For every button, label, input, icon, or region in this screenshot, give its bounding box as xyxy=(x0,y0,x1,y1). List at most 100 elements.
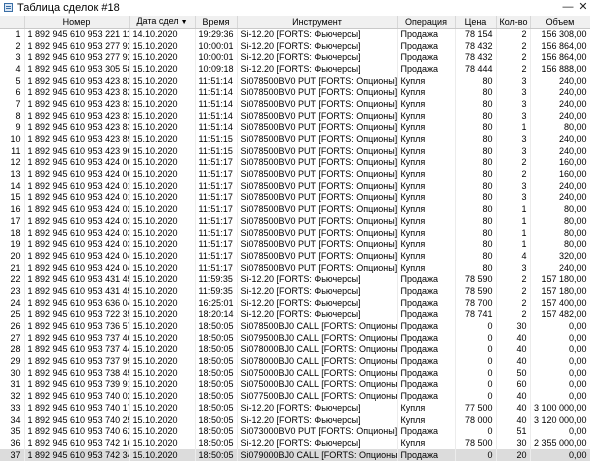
table-row[interactable]: 37 1 892 945 610 953 742 343 15.10.2020 18:… xyxy=(0,449,590,461)
table-row[interactable]: 11 892 945 610 953 221 118 14.10.2020 19:2… xyxy=(0,28,590,41)
table-row[interactable]: 22 1 892 945 610 953 431 455 15.10.2020 11:… xyxy=(0,273,590,286)
cell-row-index: 2 xyxy=(0,40,25,52)
table-row[interactable]: 28 1 892 945 610 953 737 442 15.10.2020 18:… xyxy=(0,344,590,356)
table-row[interactable]: 35 1 892 945 610 953 740 623 15.10.2020 18:… xyxy=(0,425,590,438)
table-row[interactable]: 33 1 892 945 610 953 740 172 15.10.2020 18:… xyxy=(0,402,590,415)
cell-trade-date: 15.10.2020 xyxy=(129,215,196,228)
table-row[interactable]: 29 1 892 945 610 953 737 956 15.10.2020 18:… xyxy=(0,355,590,368)
header-number[interactable]: Номер xyxy=(24,16,130,29)
table-row[interactable]: 91 892 945 610 953 423 839 15.10.2020 11:5… xyxy=(0,122,590,134)
cell-quantity: 2 xyxy=(496,157,531,169)
header-instrument[interactable]: Инструмент xyxy=(237,16,398,29)
cell-row-index: 22 xyxy=(0,273,25,286)
cell-price: 77 500 xyxy=(455,402,497,415)
cell-quantity: 2 xyxy=(496,28,531,41)
cell-instrument: Si078500BJ0 CALL [FORTS: Опционы] xyxy=(237,320,398,333)
table-row[interactable]: 14 1 892 945 610 953 424 017 15.10.2020 11:… xyxy=(0,180,590,193)
table-row[interactable]: 10 1 892 945 610 953 423 898 15.10.2020 11:… xyxy=(0,133,590,146)
cell-price: 78 741 xyxy=(455,309,497,321)
header-quantity[interactable]: Кол-во xyxy=(496,16,531,29)
window-title: Таблица сделок #18 xyxy=(17,2,120,14)
table-row[interactable]: 41 892 945 610 953 305 587 15.10.2020 10:0… xyxy=(0,63,590,76)
cell-trade-number: 1 892 945 610 953 424 038 xyxy=(24,238,130,251)
cell-trade-number: 1 892 945 610 953 423 836 xyxy=(24,110,130,122)
cell-quantity: 1 xyxy=(496,122,531,134)
cell-trade-time: 18:50:05 xyxy=(195,390,238,403)
cell-operation: Купля xyxy=(397,227,456,239)
cell-operation: Продажа xyxy=(397,332,456,345)
table-row[interactable]: 15 1 892 945 610 953 424 019 15.10.2020 11:… xyxy=(0,192,590,204)
table-row[interactable]: 31 1 892 945 610 953 739 916 15.10.2020 18:… xyxy=(0,379,590,391)
cell-trade-number: 1 892 945 610 953 739 916 xyxy=(24,379,130,391)
cell-row-index: 26 xyxy=(0,320,25,333)
table-row[interactable]: 24 1 892 945 610 953 636 046 15.10.2020 16:… xyxy=(0,297,590,309)
header-index[interactable] xyxy=(0,16,25,29)
table-row[interactable]: 17 1 892 945 610 953 424 032 15.10.2020 11:… xyxy=(0,215,590,228)
minimize-button[interactable]: — xyxy=(560,1,576,14)
cell-instrument: Si078500BV0 PUT [FORTS: Опционы] xyxy=(237,157,398,169)
cell-row-index: 8 xyxy=(0,110,25,122)
header-date[interactable]: Дата сдел ▼ xyxy=(129,16,196,29)
cell-instrument: Si078500BV0 PUT [FORTS: Опционы] xyxy=(237,238,398,251)
table-row[interactable]: 16 1 892 945 610 953 424 023 15.10.2020 11:… xyxy=(0,203,590,216)
table-row[interactable]: 12 1 892 945 610 953 424 005 15.10.2020 11:… xyxy=(0,157,590,169)
cell-trade-time: 18:50:05 xyxy=(195,437,238,450)
header-volume[interactable]: Объем xyxy=(530,16,590,29)
table-row[interactable]: 21 1 892 945 610 953 424 045 15.10.2020 11:… xyxy=(0,262,590,274)
cell-trade-number: 1 892 945 610 953 431 456 xyxy=(24,285,130,298)
cell-operation: Купля xyxy=(397,238,456,251)
cell-operation: Продажа xyxy=(397,40,456,52)
cell-trade-time: 10:00:01 xyxy=(195,51,238,64)
cell-trade-date: 14.10.2020 xyxy=(129,28,196,41)
cell-row-index: 9 xyxy=(0,122,25,134)
table-row[interactable]: 20 1 892 945 610 953 424 043 15.10.2020 11:… xyxy=(0,250,590,263)
cell-instrument: Si078500BV0 PUT [FORTS: Опционы] xyxy=(237,122,398,134)
header-operation[interactable]: Операция xyxy=(397,16,456,29)
header-price[interactable]: Цена xyxy=(455,16,497,29)
table-row[interactable]: 26 1 892 945 610 953 736 574 15.10.2020 18:… xyxy=(0,320,590,333)
table-row[interactable]: 27 1 892 945 610 953 737 406 15.10.2020 18:… xyxy=(0,332,590,345)
header-time[interactable]: Время xyxy=(195,16,238,29)
table-row[interactable]: 71 892 945 610 953 423 835 15.10.2020 11:5… xyxy=(0,98,590,111)
cell-trade-time: 18:50:05 xyxy=(195,332,238,345)
cell-trade-time: 18:50:05 xyxy=(195,414,238,426)
table-row[interactable]: 25 1 892 945 610 953 722 358 15.10.2020 18:… xyxy=(0,309,590,321)
table-row[interactable]: 30 1 892 945 610 953 738 454 15.10.2020 18:… xyxy=(0,367,590,380)
table-row[interactable]: 13 1 892 945 610 953 424 006 15.10.2020 11:… xyxy=(0,168,590,181)
table-row[interactable]: 11 1 892 945 610 953 423 900 15.10.2020 11:… xyxy=(0,145,590,158)
cell-trade-time: 18:50:05 xyxy=(195,367,238,380)
table-row[interactable]: 31 892 945 610 953 277 925 15.10.2020 10:0… xyxy=(0,51,590,64)
cell-operation: Купля xyxy=(397,250,456,263)
cell-volume: 80,00 xyxy=(530,215,590,228)
cell-instrument: Si-12.20 [FORTS: Фьючерсы] xyxy=(237,273,398,286)
cell-instrument: Si-12.20 [FORTS: Фьючерсы] xyxy=(237,285,398,298)
cell-price: 78 700 xyxy=(455,297,497,309)
table-row[interactable]: 21 892 945 610 953 277 924 15.10.2020 10:0… xyxy=(0,40,590,52)
table-row[interactable]: 61 892 945 610 953 423 824 15.10.2020 11:5… xyxy=(0,86,590,99)
cell-trade-time: 19:29:36 xyxy=(195,28,238,41)
table-row[interactable]: 23 1 892 945 610 953 431 456 15.10.2020 11:… xyxy=(0,285,590,298)
cell-row-index: 5 xyxy=(0,75,25,87)
cell-trade-number: 1 892 945 610 953 722 358 xyxy=(24,309,130,321)
cell-price: 78 590 xyxy=(455,273,497,286)
cell-row-index: 16 xyxy=(0,203,25,216)
cell-quantity: 2 xyxy=(496,285,531,298)
cell-operation: Купля xyxy=(397,437,456,450)
table-row[interactable]: 81 892 945 610 953 423 836 15.10.2020 11:5… xyxy=(0,110,590,122)
cell-instrument: Si078500BV0 PUT [FORTS: Опционы] xyxy=(237,145,398,158)
table-row[interactable]: 19 1 892 945 610 953 424 038 15.10.2020 11:… xyxy=(0,238,590,251)
close-button[interactable]: ✕ xyxy=(575,1,590,14)
table-row[interactable]: 18 1 892 945 610 953 424 035 15.10.2020 11:… xyxy=(0,227,590,239)
cell-price: 80 xyxy=(455,215,497,228)
cell-trade-time: 11:51:17 xyxy=(195,238,238,251)
table-row[interactable]: 32 1 892 945 610 953 740 024 15.10.2020 18:… xyxy=(0,390,590,403)
cell-trade-time: 11:51:17 xyxy=(195,192,238,204)
table-row[interactable]: 51 892 945 610 953 423 823 15.10.2020 11:5… xyxy=(0,75,590,87)
table-row[interactable]: 34 1 892 945 610 953 740 250 15.10.2020 18:… xyxy=(0,414,590,426)
cell-row-index: 37 xyxy=(0,449,25,461)
cell-trade-number: 1 892 945 610 953 740 024 xyxy=(24,390,130,403)
cell-volume: 0,00 xyxy=(530,390,590,403)
cell-trade-date: 15.10.2020 xyxy=(129,180,196,193)
cell-trade-time: 11:51:17 xyxy=(195,250,238,263)
table-row[interactable]: 36 1 892 945 610 953 742 165 15.10.2020 18:… xyxy=(0,437,590,450)
